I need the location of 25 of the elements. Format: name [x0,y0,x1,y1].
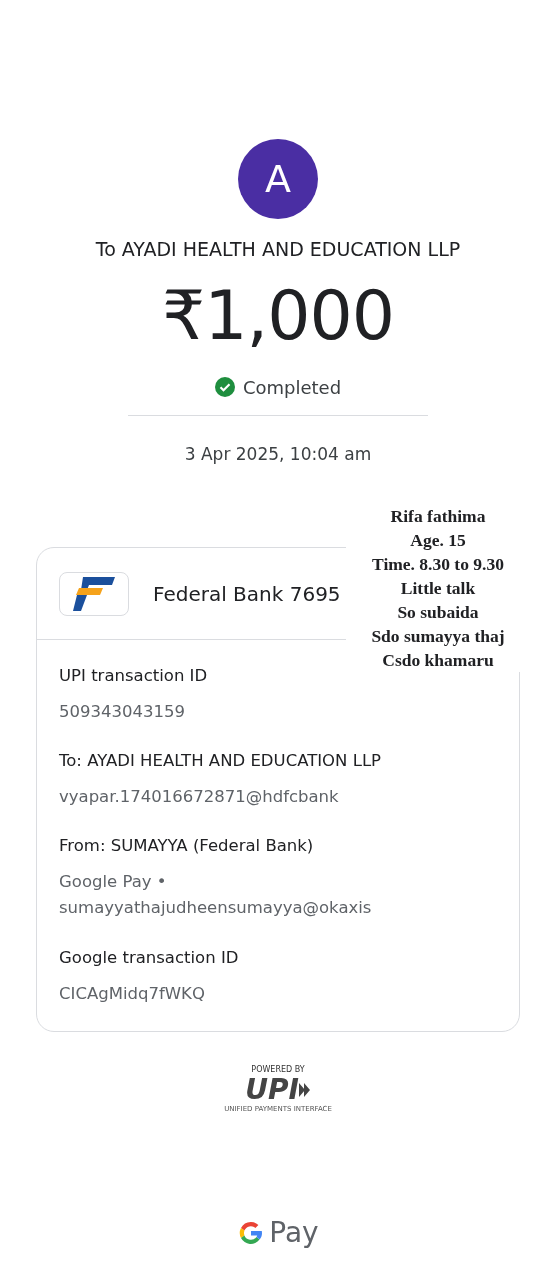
payee-name: To AYADI HEALTH AND EDUCATION LLP [94,237,462,262]
date-time: 3 Apr 2025, 10:04 am [183,442,373,466]
note-text: Sdo sumayya thaj [371,625,505,648]
note-text: Time. 8.30 to 9.30 [372,553,504,576]
detail-value: Google Pay • sumayyathajudheensumayya@okaxis [59,871,372,920]
note-text: So subaida [397,601,479,624]
detail-label: From: SUMAYYA (Federal Bank) [59,835,314,858]
amount: ₹1,000 [161,281,395,350]
detail-value: 509343043159 [59,700,185,723]
bank-account: Federal Bank 7695 [153,580,341,608]
status-text: Completed [242,375,342,400]
note-text: Rifa fathima [390,505,486,528]
upi-caption: POWERED BY [251,1063,305,1076]
pay-wordmark: Pay [269,1215,319,1251]
detail-label: UPI transaction ID [59,665,208,687]
note-text: Csdo khamaru [382,649,494,672]
bank-logo-icon [73,576,115,611]
detail-label: To: AYADI HEALTH AND EDUCATION LLP [59,750,382,773]
note-text: Age. 15 [410,529,466,552]
detail-label: Google transaction ID [59,946,239,969]
detail-value: vyapar.174016672871@hdfcbank [59,785,339,808]
avatar: A [238,139,318,219]
detail-value: CICAgMidq7fWKQ [59,982,205,1005]
note-text: Little talk [400,577,476,600]
upi-logo: UPI [245,1075,299,1104]
